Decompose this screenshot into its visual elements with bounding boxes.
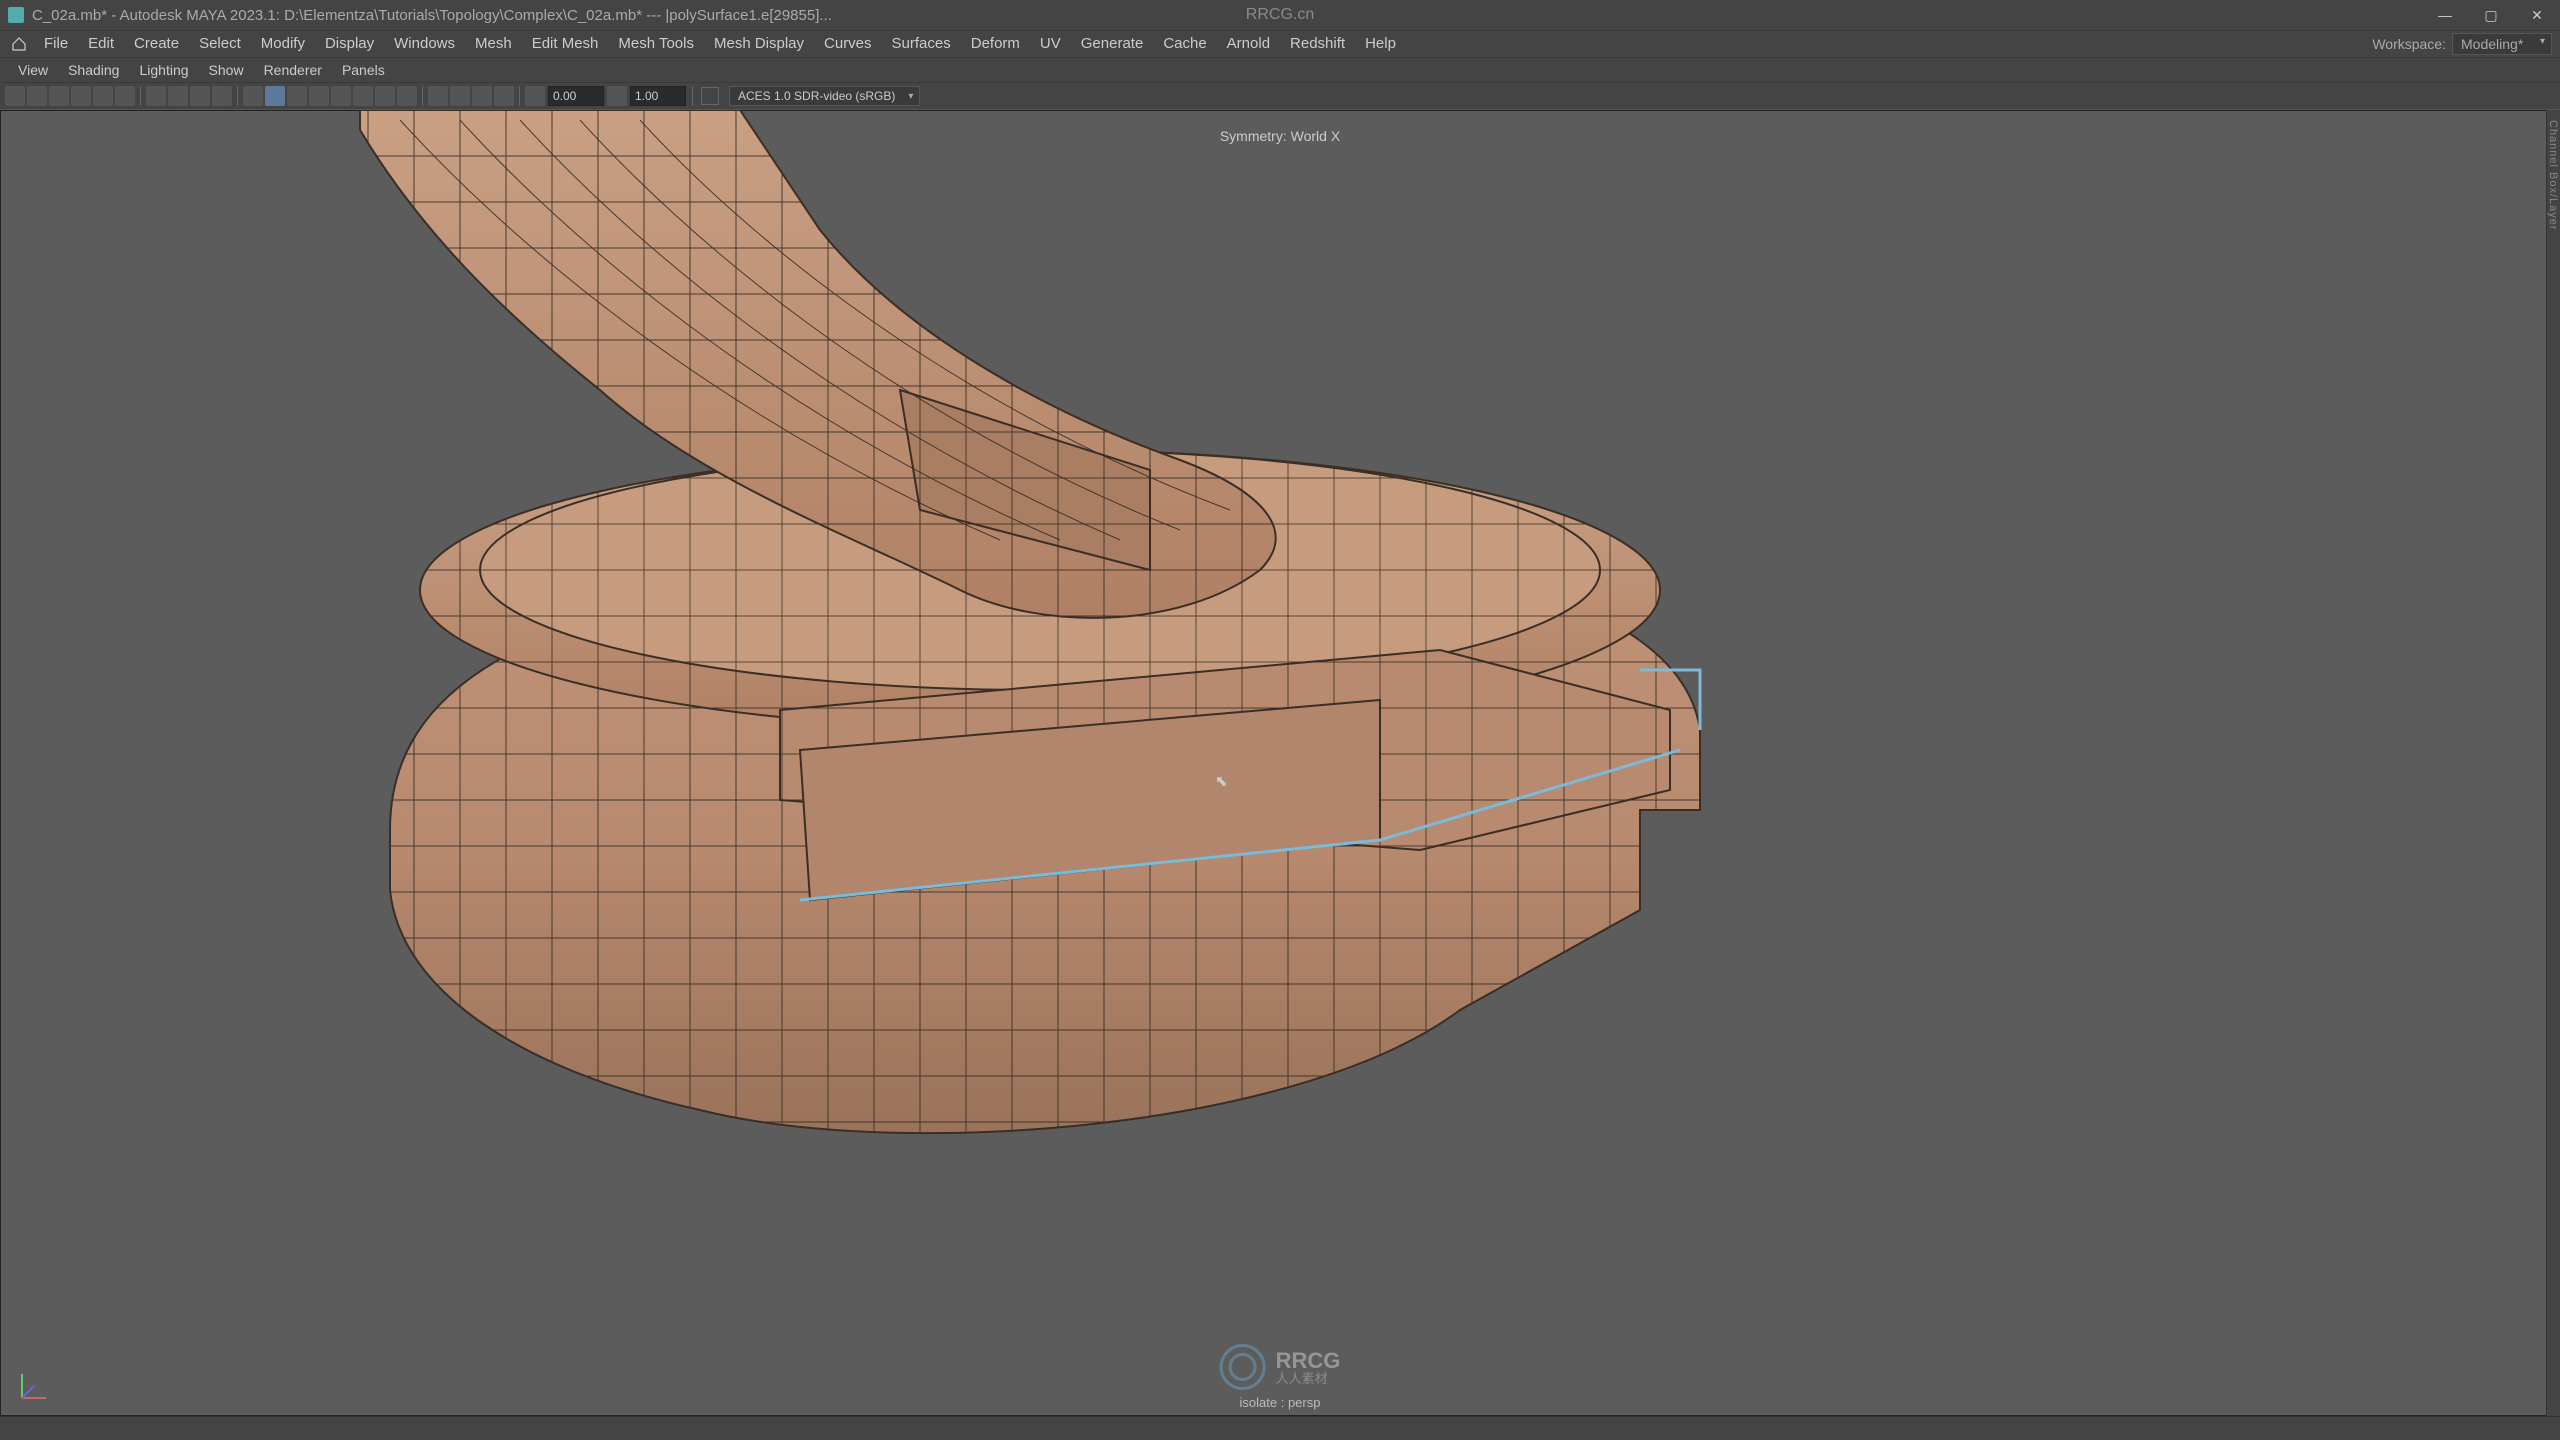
menu-modify[interactable]: Modify (251, 30, 315, 58)
safe-action-icon[interactable] (190, 86, 210, 106)
viewport[interactable]: Symmetry: World X ⬉ RRCG 人人素材 isolate : … (0, 110, 2560, 1416)
menu-edit[interactable]: Edit (78, 30, 124, 58)
separator (422, 86, 423, 106)
lights-icon[interactable] (309, 86, 329, 106)
menu-create[interactable]: Create (124, 30, 189, 58)
ao-icon[interactable] (353, 86, 373, 106)
menu-curves[interactable]: Curves (814, 30, 882, 58)
workspace-selector: Workspace: Modeling* (2372, 33, 2552, 55)
panel-menu-shading[interactable]: Shading (58, 58, 129, 82)
image-plane-icon[interactable] (49, 86, 69, 106)
window-controls: — ▢ ✕ (2422, 0, 2560, 30)
sidebar-label: Channel Box/Layer (2547, 110, 2559, 231)
menu-windows[interactable]: Windows (384, 30, 465, 58)
view-transform-dropdown[interactable]: ACES 1.0 SDR-video (sRGB) (729, 86, 920, 106)
menu-generate[interactable]: Generate (1071, 30, 1154, 58)
grid-icon[interactable] (146, 86, 166, 106)
xray-components-icon[interactable] (494, 86, 514, 106)
separator (140, 86, 141, 106)
safe-title-icon[interactable] (212, 86, 232, 106)
color-management-toggle[interactable] (701, 87, 719, 105)
menu-mesh-display[interactable]: Mesh Display (704, 30, 814, 58)
xray-joints-icon[interactable] (472, 86, 492, 106)
home-icon[interactable] (10, 35, 28, 53)
resolution-gate-icon[interactable] (93, 86, 113, 106)
panel-menu-renderer[interactable]: Renderer (254, 58, 332, 82)
film-gate-icon[interactable] (71, 86, 91, 106)
menu-surfaces[interactable]: Surfaces (882, 30, 961, 58)
menu-edit-mesh[interactable]: Edit Mesh (522, 30, 609, 58)
menu-display[interactable]: Display (315, 30, 384, 58)
panel-menu-view[interactable]: View (8, 58, 58, 82)
panel-menu-panels[interactable]: Panels (332, 58, 395, 82)
select-camera-icon[interactable] (5, 86, 25, 106)
status-bar (0, 1416, 2560, 1440)
main-menu-bar: File Edit Create Select Modify Display W… (0, 30, 2560, 58)
exposure-icon[interactable] (525, 86, 545, 106)
textured-icon[interactable] (287, 86, 307, 106)
right-sidebar-collapsed[interactable]: Channel Box/Layer (2546, 110, 2560, 1416)
menu-file[interactable]: File (34, 30, 78, 58)
viewport-camera-label: isolate : persp (1240, 1395, 1321, 1410)
separator (692, 86, 693, 106)
title-center-watermark: RRCG.cn (1246, 6, 1314, 24)
gamma-icon[interactable] (607, 86, 627, 106)
panel-menu-show[interactable]: Show (199, 58, 254, 82)
axis-gizmo (14, 1366, 54, 1410)
menu-help[interactable]: Help (1355, 30, 1406, 58)
menu-uv[interactable]: UV (1030, 30, 1071, 58)
separator (519, 86, 520, 106)
menu-arnold[interactable]: Arnold (1217, 30, 1280, 58)
bookmark-icon[interactable] (27, 86, 47, 106)
separator (237, 86, 238, 106)
menu-redshift[interactable]: Redshift (1280, 30, 1355, 58)
menu-deform[interactable]: Deform (961, 30, 1030, 58)
app-icon (8, 7, 24, 23)
xray-icon[interactable] (450, 86, 470, 106)
shaded-icon[interactable] (265, 86, 285, 106)
wireframe-icon[interactable] (243, 86, 263, 106)
maximize-button[interactable]: ▢ (2468, 0, 2514, 30)
viewport-3d-model (0, 110, 2560, 1416)
symmetry-indicator: Symmetry: World X (1220, 128, 1340, 144)
menu-mesh-tools[interactable]: Mesh Tools (608, 30, 704, 58)
close-button[interactable]: ✕ (2514, 0, 2560, 30)
gamma-field[interactable]: 1.00 (630, 86, 686, 106)
panel-toolbar: 0.00 1.00 ACES 1.0 SDR-video (sRGB) (0, 82, 2560, 110)
menu-cache[interactable]: Cache (1153, 30, 1216, 58)
isolate-select-icon[interactable] (428, 86, 448, 106)
panel-menu-lighting[interactable]: Lighting (129, 58, 198, 82)
exposure-field[interactable]: 0.00 (548, 86, 604, 106)
workspace-label: Workspace: (2372, 36, 2446, 52)
motion-blur-icon[interactable] (375, 86, 395, 106)
film-origin-icon[interactable] (168, 86, 188, 106)
anti-alias-icon[interactable] (397, 86, 417, 106)
menu-select[interactable]: Select (189, 30, 251, 58)
shadows-icon[interactable] (331, 86, 351, 106)
workspace-dropdown[interactable]: Modeling* (2452, 33, 2552, 55)
menu-mesh[interactable]: Mesh (465, 30, 522, 58)
gate-mask-icon[interactable] (115, 86, 135, 106)
panel-menu-bar: View Shading Lighting Show Renderer Pane… (0, 58, 2560, 82)
window-title: C_02a.mb* - Autodesk MAYA 2023.1: D:\Ele… (32, 7, 832, 24)
title-bar: C_02a.mb* - Autodesk MAYA 2023.1: D:\Ele… (0, 0, 2560, 30)
minimize-button[interactable]: — (2422, 0, 2468, 30)
